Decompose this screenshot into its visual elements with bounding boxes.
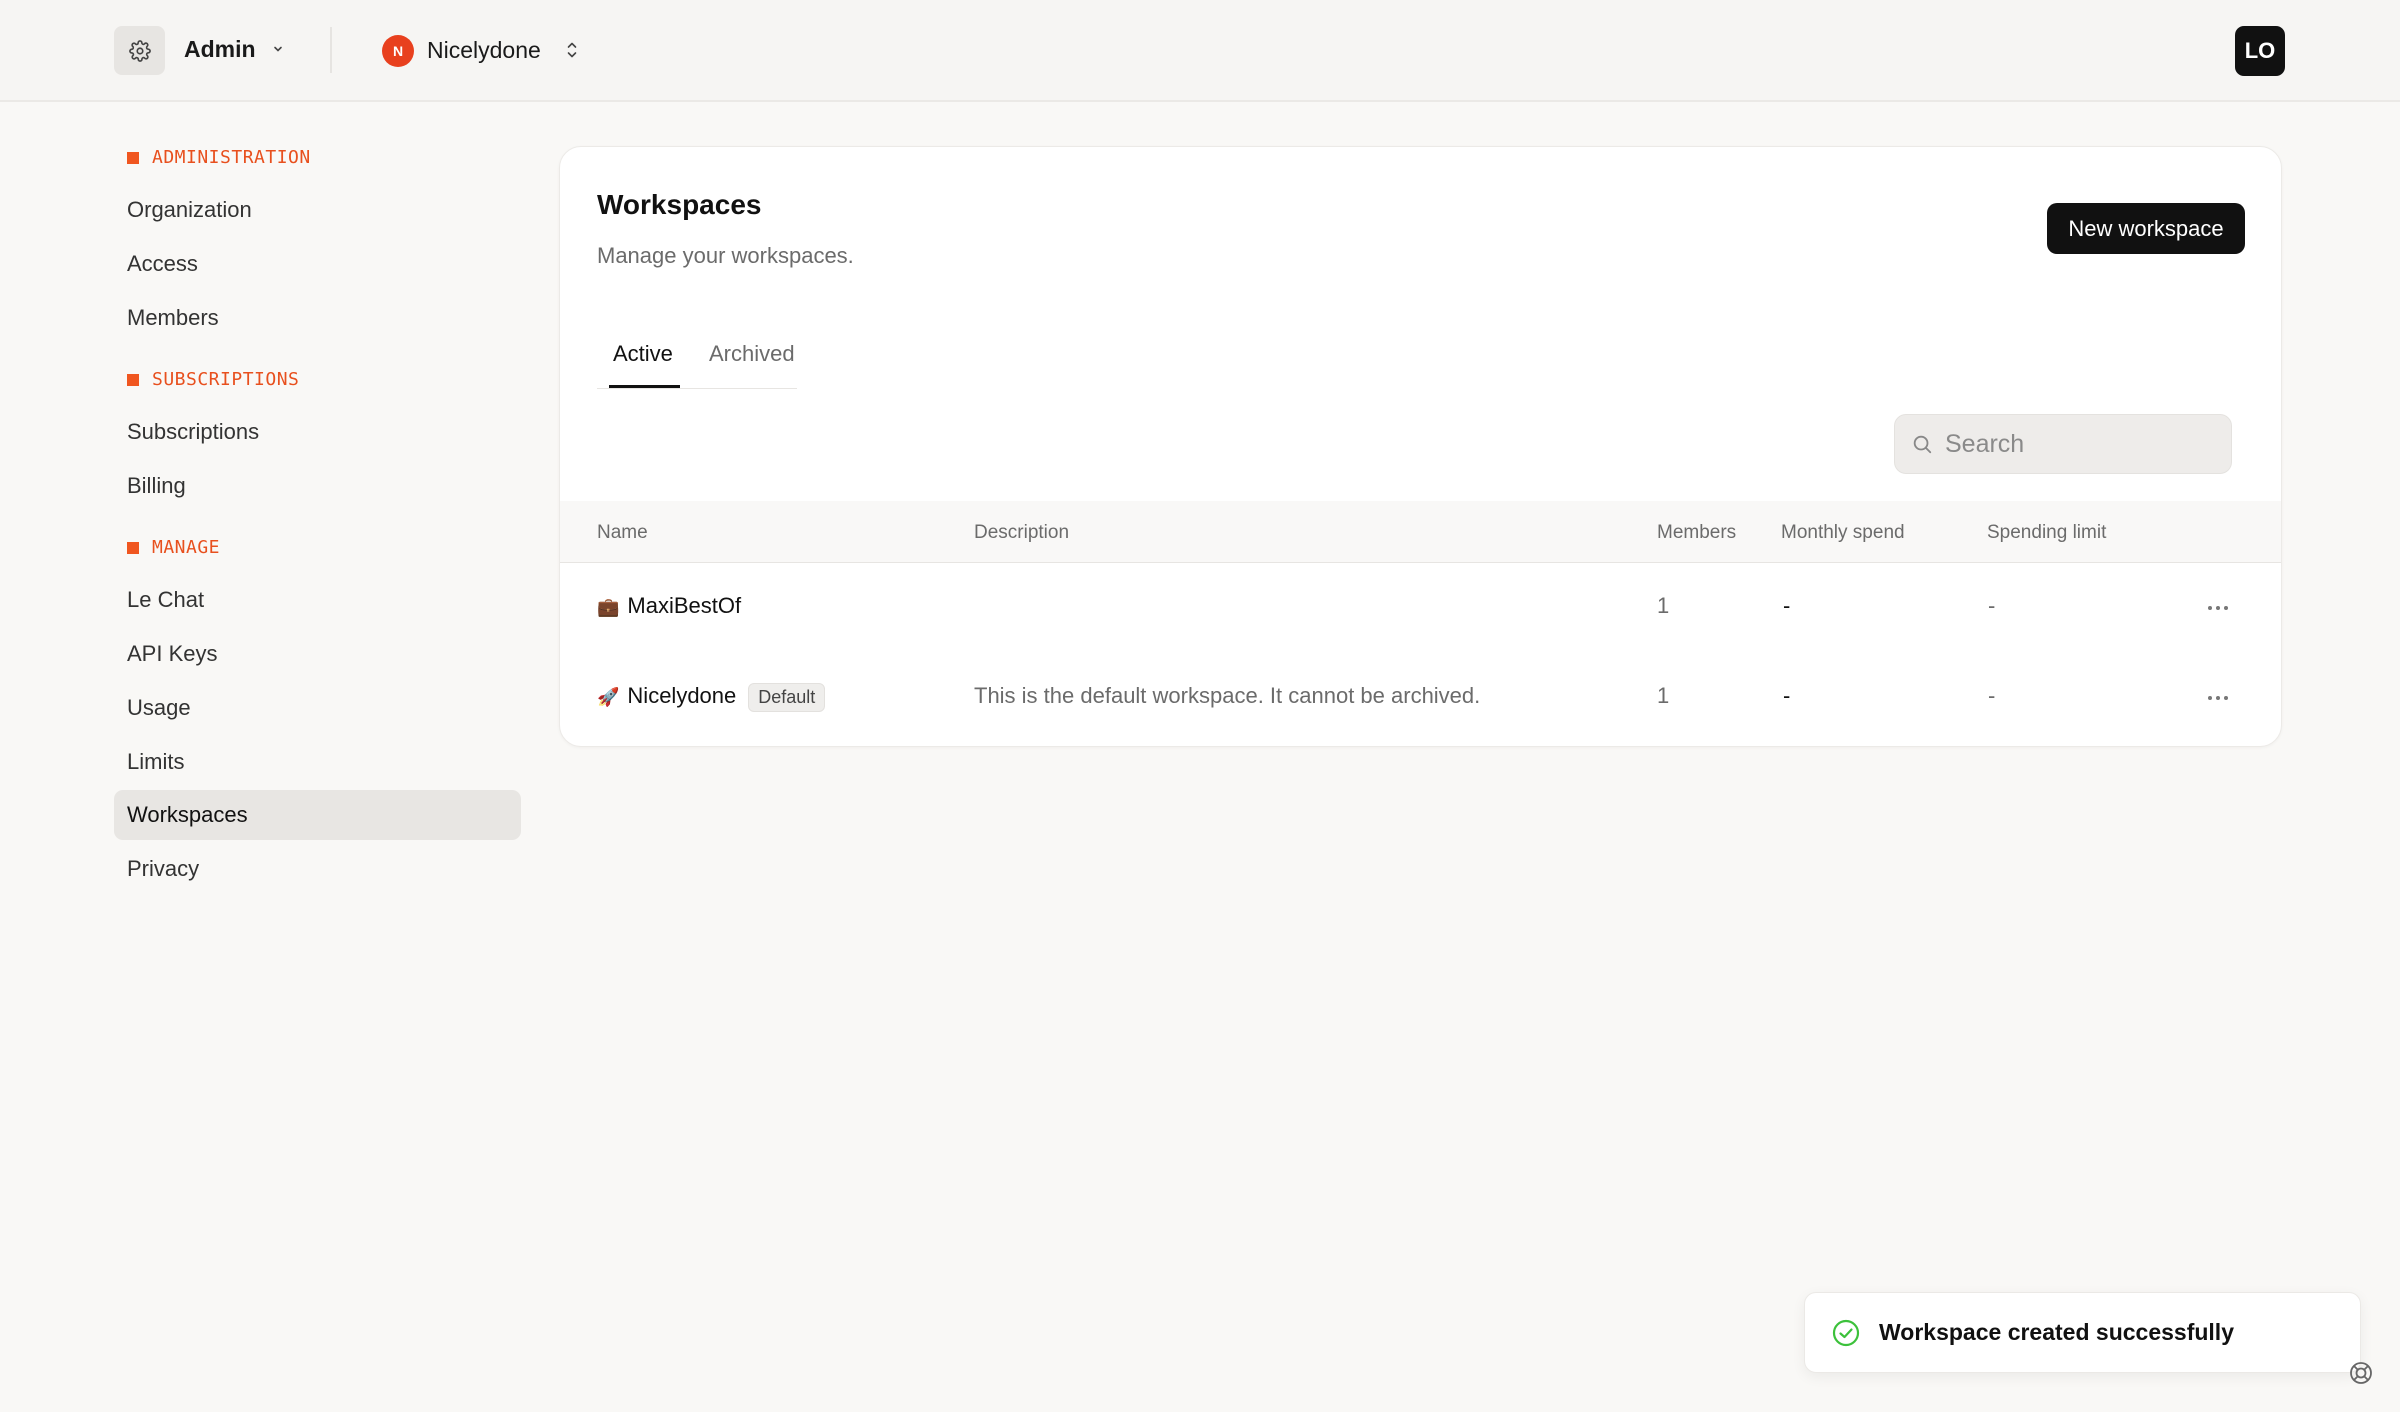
help-icon[interactable] xyxy=(2347,1359,2375,1392)
sidebar-item-subscriptions[interactable]: Subscriptions xyxy=(114,407,521,457)
new-workspace-button[interactable]: New workspace xyxy=(2047,203,2245,254)
table-row[interactable]: 💼 MaxiBestOf 1 - - xyxy=(560,563,2281,653)
sidebar-item-members[interactable]: Members xyxy=(114,293,521,343)
check-circle-icon xyxy=(1831,1318,1861,1348)
sidebar-item-usage[interactable]: Usage xyxy=(114,683,521,733)
sidebar-section-manage: MANAGE xyxy=(127,537,220,558)
workspace-spending-limit: - xyxy=(1988,683,1996,708)
workspace-members: 1 xyxy=(1657,593,1670,618)
sidebar-item-workspaces[interactable]: Workspaces xyxy=(114,790,521,840)
sidebar-item-privacy[interactable]: Privacy xyxy=(114,844,521,894)
default-badge: Default xyxy=(748,683,826,712)
column-header-spending-limit[interactable]: Spending limit xyxy=(1987,522,2106,544)
more-options-icon[interactable] xyxy=(2208,606,2228,610)
page-title: Workspaces xyxy=(597,189,762,220)
search-field[interactable] xyxy=(1894,414,2232,474)
chevron-down-icon[interactable] xyxy=(272,42,284,60)
sidebar-section-administration: ADMINISTRATION xyxy=(127,147,311,168)
briefcase-icon: 💼 xyxy=(597,597,620,617)
tab-archived[interactable]: Archived xyxy=(709,341,795,367)
column-header-monthly-spend[interactable]: Monthly spend xyxy=(1781,522,1905,544)
table-row[interactable]: 🚀 Nicelydone Default This is the default w… xyxy=(560,653,2281,743)
tab-active[interactable]: Active xyxy=(613,341,673,367)
toast-message: Workspace created successfully xyxy=(1879,1319,2234,1345)
workspace-name: Nicelydone xyxy=(627,683,737,708)
search-icon xyxy=(1911,433,1933,455)
column-header-name[interactable]: Name xyxy=(597,522,648,544)
column-header-description[interactable]: Description xyxy=(974,522,1069,544)
section-heading: MANAGE xyxy=(152,537,221,558)
sidebar-item-api-keys[interactable]: API Keys xyxy=(114,629,521,679)
page-subtitle: Manage your workspaces. xyxy=(597,243,854,268)
table-header: Name Description Members Monthly spend S… xyxy=(560,501,2281,563)
workspace-members: 1 xyxy=(1657,683,1670,708)
rocket-icon: 🚀 xyxy=(597,687,620,707)
chevron-up-down-icon[interactable] xyxy=(564,38,580,67)
more-options-icon[interactable] xyxy=(2208,696,2228,700)
section-marker-icon xyxy=(127,373,139,386)
active-tab-indicator xyxy=(609,385,680,388)
settings-button[interactable] xyxy=(114,26,165,75)
topbar-divider xyxy=(330,27,332,73)
workspace-description: This is the default workspace. It cannot… xyxy=(974,683,1481,708)
section-heading: ADMINISTRATION xyxy=(152,147,311,168)
sidebar-item-limits[interactable]: Limits xyxy=(114,737,521,787)
sidebar-item-billing[interactable]: Billing xyxy=(114,461,521,511)
sidebar-item-le-chat[interactable]: Le Chat xyxy=(114,575,521,625)
workspace-name-cell[interactable]: 🚀 Nicelydone Default xyxy=(597,683,826,712)
section-marker-icon xyxy=(127,151,139,164)
org-switcher-name[interactable]: Nicelydone xyxy=(427,37,541,64)
workspace-tabs: Active Archived xyxy=(597,327,797,389)
sidebar-item-organization[interactable]: Organization xyxy=(114,185,521,235)
sidebar-item-access[interactable]: Access xyxy=(114,239,521,289)
search-input[interactable] xyxy=(1945,429,2195,459)
section-marker-icon xyxy=(127,541,139,554)
workspace-name-cell[interactable]: 💼 MaxiBestOf xyxy=(597,593,741,619)
workspace-name: MaxiBestOf xyxy=(627,593,742,618)
user-avatar[interactable]: LO xyxy=(2235,26,2285,76)
workspace-spending-limit: - xyxy=(1988,593,1996,618)
success-toast: Workspace created successfully xyxy=(1804,1292,2361,1373)
sidebar-section-subscriptions: SUBSCRIPTIONS xyxy=(127,369,299,390)
section-heading: SUBSCRIPTIONS xyxy=(152,369,300,390)
admin-menu-label[interactable]: Admin xyxy=(184,36,256,63)
workspace-monthly-spend: - xyxy=(1783,593,1791,618)
column-header-members[interactable]: Members xyxy=(1657,522,1736,544)
workspace-monthly-spend: - xyxy=(1783,683,1791,708)
org-avatar[interactable]: N xyxy=(382,35,414,67)
workspaces-card: Workspaces Manage your workspaces. New w… xyxy=(559,146,2282,747)
gear-icon xyxy=(128,39,151,62)
top-bar: Admin N Nicelydone LO xyxy=(0,0,2400,102)
